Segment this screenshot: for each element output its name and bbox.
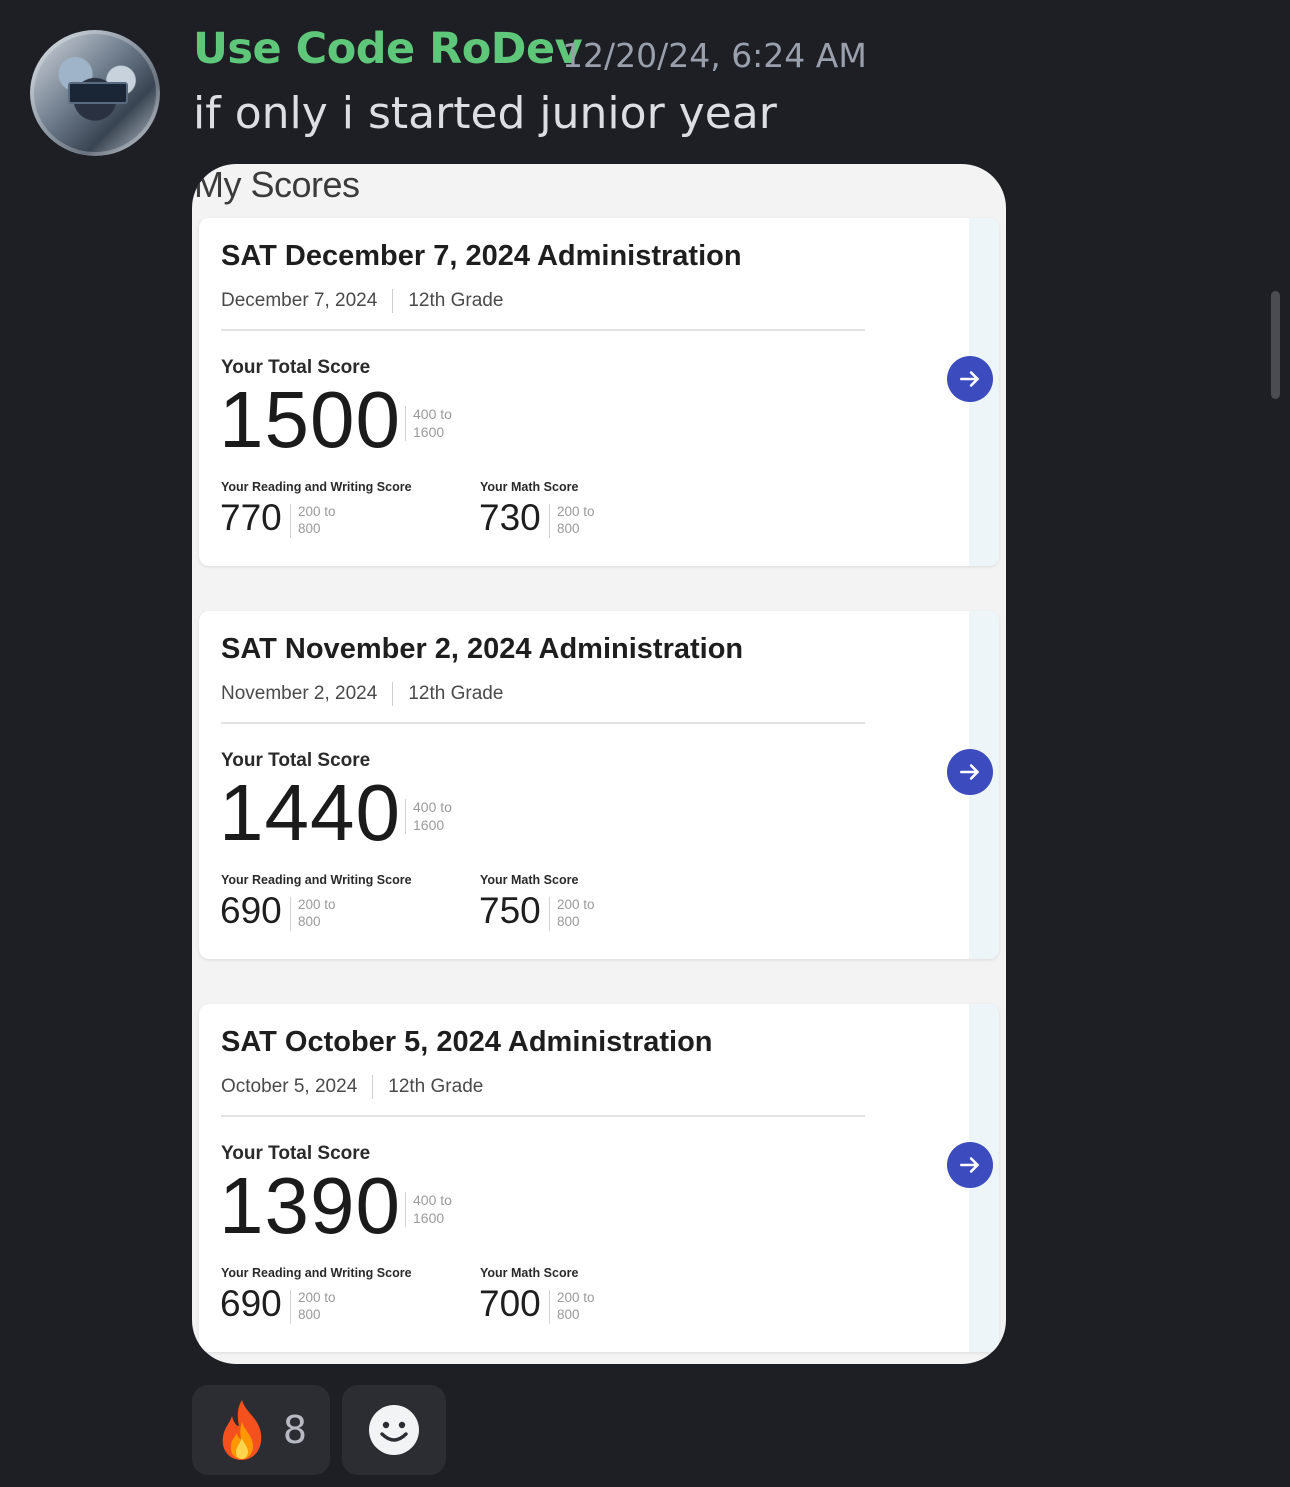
- user-avatar[interactable]: [30, 30, 160, 156]
- range-bottom: 800: [298, 1306, 321, 1322]
- arrow-right-icon: [960, 764, 979, 780]
- add-reaction-button[interactable]: [342, 1385, 446, 1475]
- math-score: 750: [479, 890, 541, 931]
- reading-writing-score: 770: [220, 497, 282, 538]
- test-date: November 2, 2024: [221, 683, 378, 704]
- math-label: Your Math Score: [480, 1266, 579, 1280]
- range-bottom: 800: [557, 1306, 580, 1322]
- arrow-right-icon: [960, 371, 979, 387]
- card-meta: December 7, 2024 12th Grade: [221, 288, 503, 314]
- reading-writing-range: 200 to 800: [290, 1290, 336, 1324]
- range-bottom: 800: [298, 913, 321, 929]
- add-reaction-smiley-icon: [369, 1405, 419, 1455]
- total-score-range: 400 to 1600: [405, 1192, 452, 1227]
- reading-writing-range: 200 to 800: [290, 897, 336, 931]
- range-bottom: 1600: [413, 1209, 445, 1226]
- view-details-arrow-button[interactable]: [947, 356, 993, 402]
- fire-emoji-icon: [222, 1400, 262, 1460]
- math-range: 200 to 800: [549, 1290, 595, 1324]
- range-top: 200 to: [298, 897, 336, 912]
- reaction-count: 8: [282, 1408, 308, 1452]
- range-bottom: 1600: [413, 423, 445, 440]
- image-attachment[interactable]: My Scores SAT December 7, 2024 Administr…: [192, 164, 1006, 1364]
- total-score-value: 1390: [219, 1161, 401, 1250]
- total-score-range: 400 to 1600: [405, 406, 452, 441]
- message-text: if only i started junior year: [193, 88, 777, 139]
- math-range: 200 to 800: [549, 897, 595, 931]
- score-card: SAT December 7, 2024 Administration Dece…: [199, 218, 999, 566]
- range-bottom: 800: [557, 913, 580, 929]
- reading-writing-label: Your Reading and Writing Score: [221, 873, 412, 887]
- grade-level: 12th Grade: [408, 683, 504, 704]
- score-card: SAT October 5, 2024 Administration Octob…: [199, 1004, 999, 1352]
- meta-separator: [392, 289, 394, 313]
- avatar-cockpit-screen: [68, 82, 128, 104]
- range-bottom: 800: [557, 520, 580, 536]
- card-divider: [221, 329, 865, 331]
- fire-reaction-button[interactable]: 8: [192, 1385, 330, 1475]
- card-meta: November 2, 2024 12th Grade: [221, 681, 503, 707]
- reading-writing-label: Your Reading and Writing Score: [221, 480, 412, 494]
- range-top: 200 to: [298, 504, 336, 519]
- range-top: 400 to: [413, 1192, 452, 1208]
- username[interactable]: Use Code RoDev: [193, 24, 583, 74]
- meta-separator: [392, 682, 394, 706]
- card-title: SAT October 5, 2024 Administration: [221, 1026, 713, 1058]
- grade-level: 12th Grade: [388, 1076, 484, 1097]
- test-date: December 7, 2024: [221, 290, 378, 311]
- math-score: 730: [479, 497, 541, 538]
- card-divider: [221, 1115, 865, 1117]
- math-range: 200 to 800: [549, 504, 595, 538]
- math-label: Your Math Score: [480, 873, 579, 887]
- card-title: SAT November 2, 2024 Administration: [221, 633, 744, 665]
- test-date: October 5, 2024: [221, 1076, 358, 1097]
- arrow-right-icon: [960, 1157, 979, 1173]
- reading-writing-range: 200 to 800: [290, 504, 336, 538]
- grade-level: 12th Grade: [408, 290, 504, 311]
- range-top: 200 to: [557, 504, 595, 519]
- card-divider: [221, 722, 865, 724]
- score-card: SAT November 2, 2024 Administration Nove…: [199, 611, 999, 959]
- scrollbar-thumb[interactable]: [1271, 291, 1280, 399]
- range-bottom: 800: [298, 520, 321, 536]
- range-top: 200 to: [557, 1290, 595, 1305]
- reading-writing-label: Your Reading and Writing Score: [221, 1266, 412, 1280]
- range-top: 400 to: [413, 406, 452, 422]
- range-top: 200 to: [298, 1290, 336, 1305]
- reading-writing-score: 690: [220, 890, 282, 931]
- view-details-arrow-button[interactable]: [947, 1142, 993, 1188]
- math-label: Your Math Score: [480, 480, 579, 494]
- message-timestamp: 12/20/24, 6:24 AM: [562, 36, 867, 75]
- reading-writing-score: 690: [220, 1283, 282, 1324]
- meta-separator: [372, 1075, 374, 1099]
- math-score: 700: [479, 1283, 541, 1324]
- page-heading: My Scores: [194, 164, 360, 205]
- total-score-range: 400 to 1600: [405, 799, 452, 834]
- total-score-value: 1440: [219, 768, 401, 857]
- range-top: 200 to: [557, 897, 595, 912]
- total-score-value: 1500: [219, 375, 401, 464]
- card-meta: October 5, 2024 12th Grade: [221, 1074, 483, 1100]
- range-bottom: 1600: [413, 816, 445, 833]
- range-top: 400 to: [413, 799, 452, 815]
- card-title: SAT December 7, 2024 Administration: [221, 240, 742, 272]
- view-details-arrow-button[interactable]: [947, 749, 993, 795]
